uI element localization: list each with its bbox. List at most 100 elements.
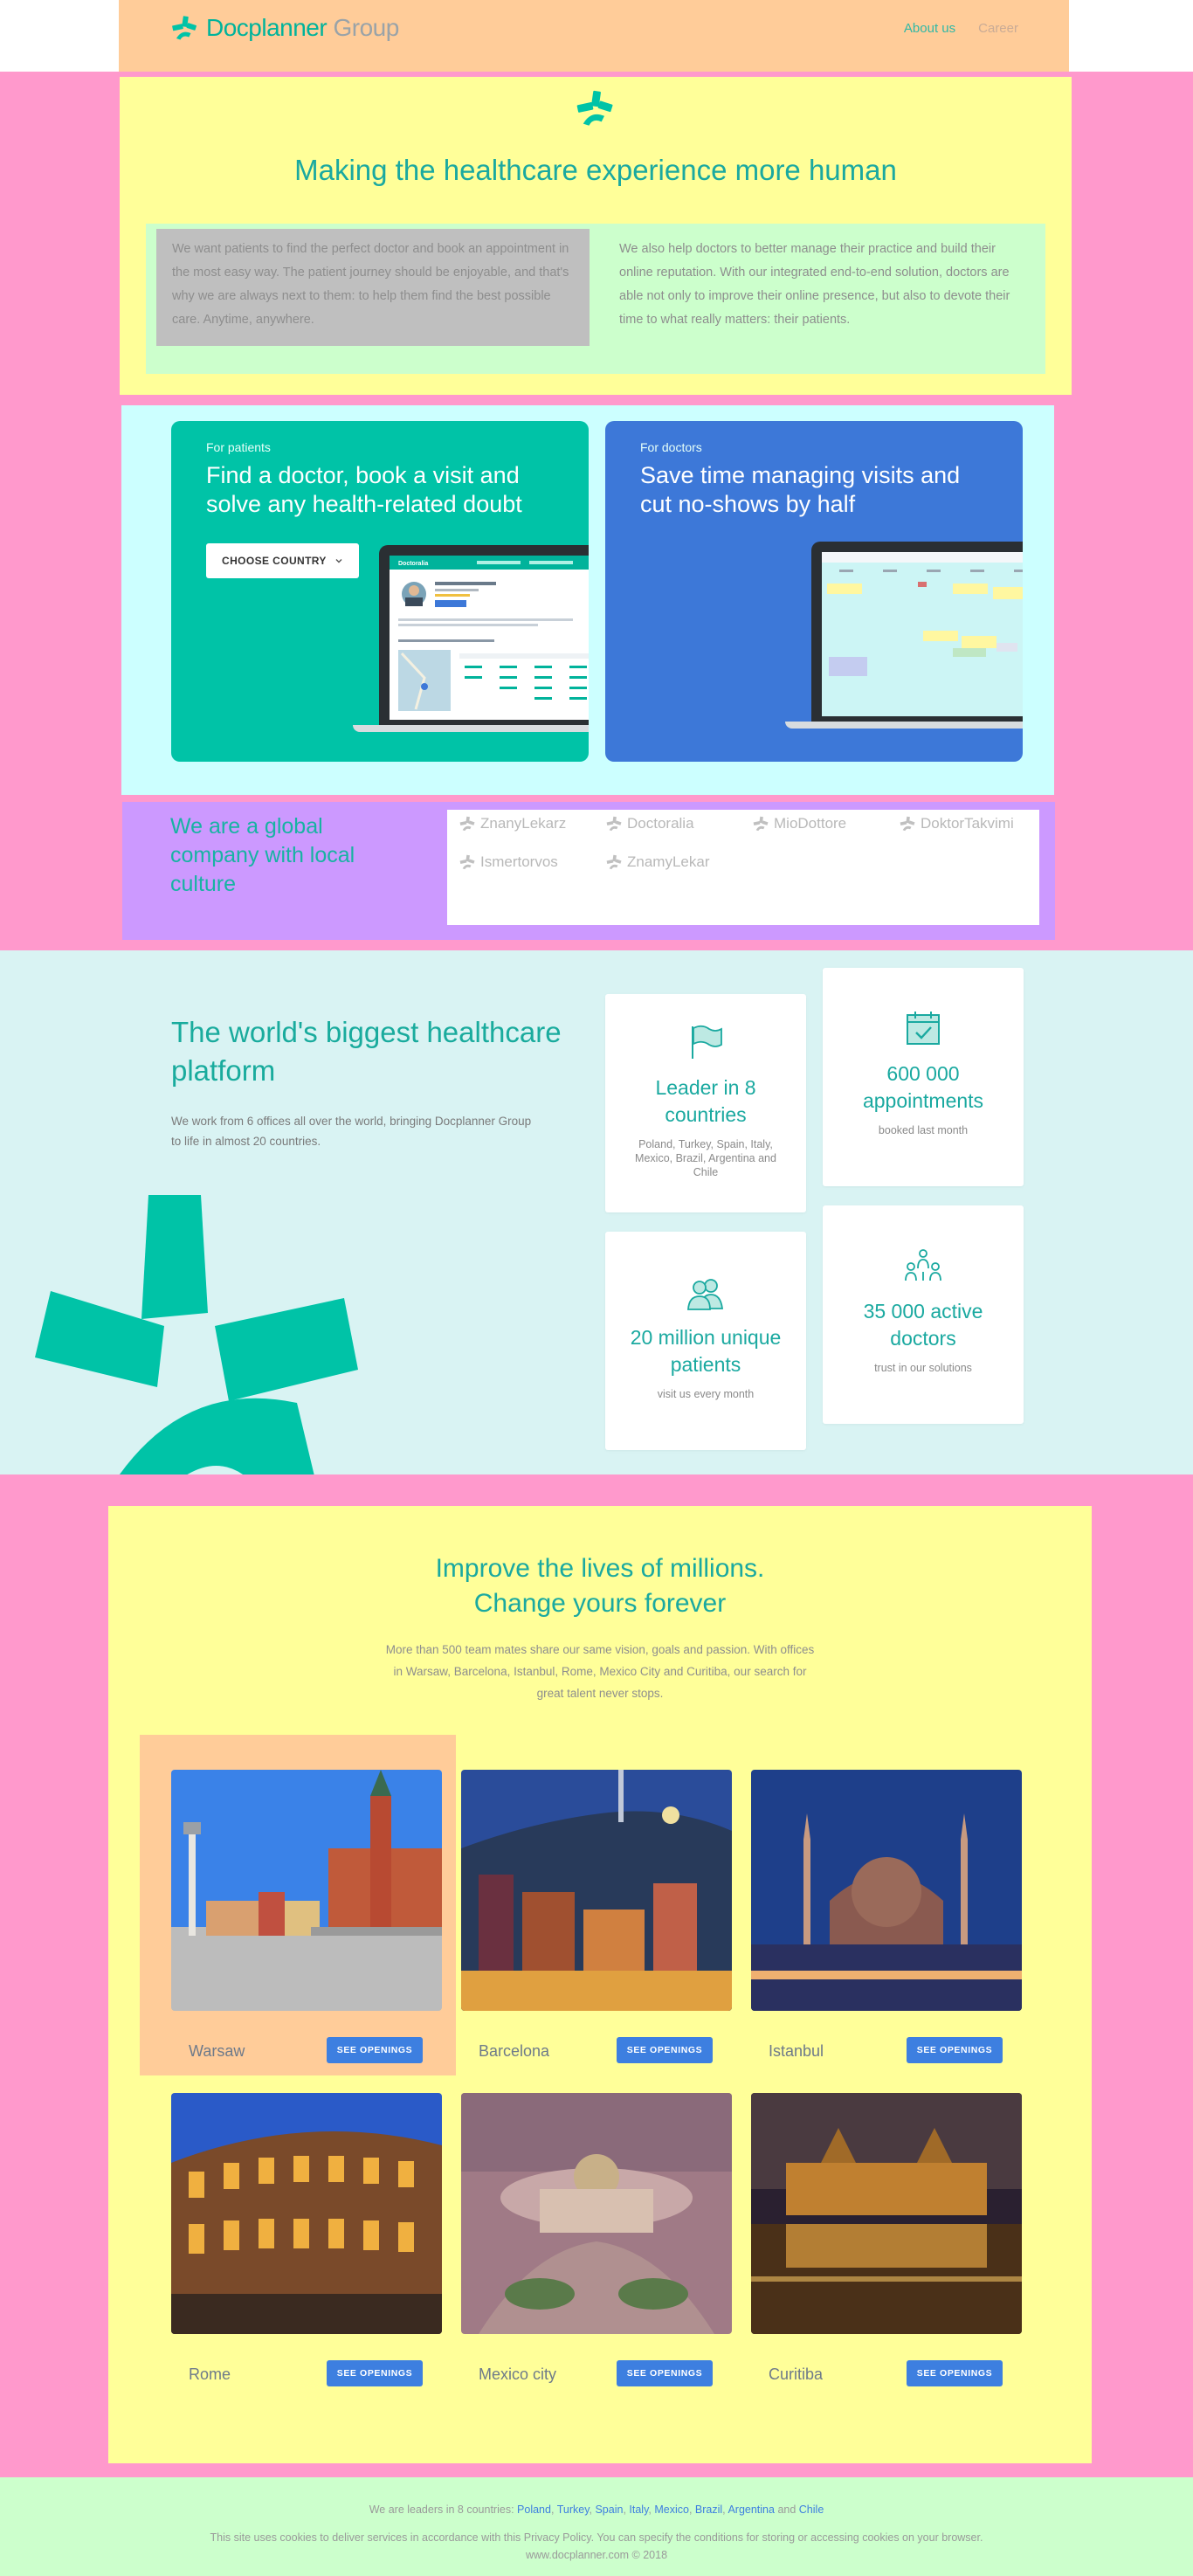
city-image-barcelona: [461, 1770, 732, 2011]
see-openings-barcelona-button[interactable]: SEE OPENINGS: [617, 2037, 713, 2063]
choose-country-dropdown[interactable]: CHOOSE COUNTRY: [206, 543, 359, 578]
stat-sub: booked last month: [878, 1124, 969, 1136]
flag-icon: [692, 1025, 722, 1059]
doctors-kicker: For doctors: [640, 440, 702, 454]
see-openings-istanbul-button[interactable]: SEE OPENINGS: [907, 2037, 1003, 2063]
footer-countries-line: We are leaders in 8 countries: Poland, T…: [369, 2503, 824, 2516]
chevron-down-icon: [335, 559, 342, 563]
docplanner-star-icon: [753, 816, 769, 832]
city-name-curitiba: Curitiba: [769, 2365, 824, 2383]
city-image-istanbul: [751, 1770, 1022, 2011]
footer-country-link[interactable]: Poland: [517, 2503, 551, 2516]
city-image-rome: [171, 2093, 442, 2334]
brand-miodottore[interactable]: MioDottore: [753, 815, 846, 832]
main-nav: About us Career: [904, 21, 1018, 36]
platform-section: The world's biggest healthcare platform …: [0, 950, 1193, 1474]
footer-country-link[interactable]: Chile: [799, 2503, 824, 2516]
hero-patients-text: We want patients to find the perfect doc…: [156, 229, 590, 346]
stat-sub: trust in our solutions: [874, 1362, 972, 1374]
doctor-profile-screenshot: Doctoralia: [390, 556, 589, 720]
city-name-barcelona: Barcelona: [479, 2042, 550, 2060]
stat-card-appointments: 600 000 appointments booked last month: [823, 968, 1024, 1186]
city-image-curitiba: [751, 2093, 1022, 2334]
stat-value: 600 000 appointments: [862, 1062, 984, 1112]
docplanner-star-icon: [459, 816, 475, 832]
hero-doctors-text: We also help doctors to better manage th…: [619, 242, 1010, 327]
users-icon: [687, 1279, 724, 1310]
patients-laptop-mockup: Doctoralia: [353, 545, 589, 732]
hero-section: Making the healthcare experience more hu…: [120, 77, 1072, 395]
stat-value: 35 000 active doctors: [863, 1300, 983, 1350]
brand-name: ZnamyLekar: [627, 853, 710, 870]
laptop-base: [353, 725, 589, 732]
footer-country-link[interactable]: Argentina: [728, 2503, 775, 2516]
careers-title-line2: Change yours forever: [473, 1589, 727, 1618]
stat-value: Leader in 8 countries: [655, 1076, 756, 1126]
laptop-screen: Doctoralia: [390, 556, 589, 720]
stat-value: 20 million unique patients: [630, 1326, 782, 1376]
footer-and-text: and: [777, 2503, 796, 2516]
logo-text: Docplanner Group: [206, 14, 399, 41]
brand-name: Ismertorvos: [480, 853, 558, 870]
patients-card: For patients Find a doctor, book a visit…: [171, 421, 589, 762]
stat-card-patients: 20 million unique patients visit us ever…: [605, 1232, 806, 1450]
brand-doctoralia[interactable]: Doctoralia: [606, 815, 694, 832]
calendar-screenshot: [822, 552, 1023, 716]
careers-section: Improve the lives of millions. Change yo…: [108, 1506, 1092, 2463]
brand-ismertorvos[interactable]: Ismertorvos: [459, 853, 558, 871]
docplanner-star-icon: [606, 816, 622, 832]
careers-description: More than 500 team mates share our same …: [385, 1643, 815, 1700]
hero-title: Making the healthcare experience more hu…: [294, 154, 897, 186]
footer-country-link[interactable]: Mexico: [654, 2503, 689, 2516]
footer-country-link[interactable]: Turkey: [557, 2503, 590, 2516]
nav-about-us-link[interactable]: About us: [904, 21, 955, 36]
footer-country-link[interactable]: Italy: [629, 2503, 648, 2516]
see-openings-mexico-city-button[interactable]: SEE OPENINGS: [617, 2360, 713, 2386]
see-openings-rome-button[interactable]: SEE OPENINGS: [327, 2360, 423, 2386]
stat-card-doctors: 35 000 active doctors trust in our solut…: [823, 1205, 1024, 1424]
audience-cards-section: For patients Find a doctor, book a visit…: [121, 405, 1054, 795]
hero-text-box: We want patients to find the perfect doc…: [146, 224, 1045, 374]
city-name-mexico-city: Mexico city: [479, 2365, 557, 2383]
nav-career-link[interactable]: Career: [978, 21, 1018, 36]
see-openings-warsaw-button[interactable]: SEE OPENINGS: [327, 2037, 423, 2063]
doctors-icon: [905, 1249, 941, 1281]
platform-description: We work from 6 offices all over the worl…: [171, 1115, 532, 1148]
see-openings-curitiba-button[interactable]: SEE OPENINGS: [907, 2360, 1003, 2386]
page: Docplanner Group About us Career Making …: [0, 0, 1193, 2576]
global-brands-section: We are a global company with local cultu…: [122, 802, 1055, 940]
footer-country-link[interactable]: Brazil: [695, 2503, 722, 2516]
footer-country-link[interactable]: Spain: [595, 2503, 623, 2516]
careers-title-line1: Improve the lives of millions.: [435, 1554, 765, 1583]
decorative-star-icon: [35, 1195, 358, 1474]
docplanner-logo[interactable]: Docplanner Group: [171, 12, 399, 44]
laptop-base: [785, 722, 1023, 729]
doctors-title: Save time managing visits and cut no-sho…: [640, 462, 961, 517]
choose-country-label: CHOOSE COUNTRY: [222, 555, 327, 567]
brand-znanylekarz[interactable]: ZnanyLekarz: [459, 815, 566, 832]
patients-title: Find a doctor, book a visit and solve an…: [206, 462, 522, 517]
stat-card-countries: Leader in 8 countries Poland, Turkey, Sp…: [605, 994, 806, 1212]
brand-name: Doctoralia: [627, 815, 694, 832]
city-name-rome: Rome: [189, 2365, 231, 2383]
global-title: We are a global company with local cultu…: [170, 814, 355, 896]
laptop-screen: [822, 552, 1023, 716]
brand-znamylekar[interactable]: ZnamyLekar: [606, 853, 709, 871]
city-image-mexico-city: [461, 2093, 732, 2334]
doctors-card: For doctors Save time managing visits an…: [605, 421, 1023, 762]
stat-sub: Poland, Turkey, Spain, Italy, Mexico, Br…: [635, 1138, 776, 1178]
brand-doktortakvimi[interactable]: DoktorTakvimi: [900, 815, 1014, 832]
city-image-warsaw: [171, 1770, 442, 2011]
footer-copyright: www.docplanner.com © 2018: [525, 2549, 668, 2561]
docplanner-star-icon: [576, 90, 613, 126]
city-name-warsaw: Warsaw: [189, 2042, 245, 2060]
brand-name: DoktorTakvimi: [921, 815, 1014, 832]
careers-title: Improve the lives of millions. Change yo…: [108, 1551, 1092, 1621]
footer-leaders-text: We are leaders in 8 countries:: [369, 2503, 514, 2516]
brand-name: ZnanyLekarz: [480, 815, 567, 832]
docplanner-star-icon: [900, 816, 915, 832]
brand-name: MioDottore: [774, 815, 847, 832]
footer-cookie-notice: This site uses cookies to deliver servic…: [210, 2531, 983, 2544]
stat-sub: visit us every month: [657, 1388, 755, 1400]
screen-brand-label: Doctoralia: [398, 561, 428, 567]
